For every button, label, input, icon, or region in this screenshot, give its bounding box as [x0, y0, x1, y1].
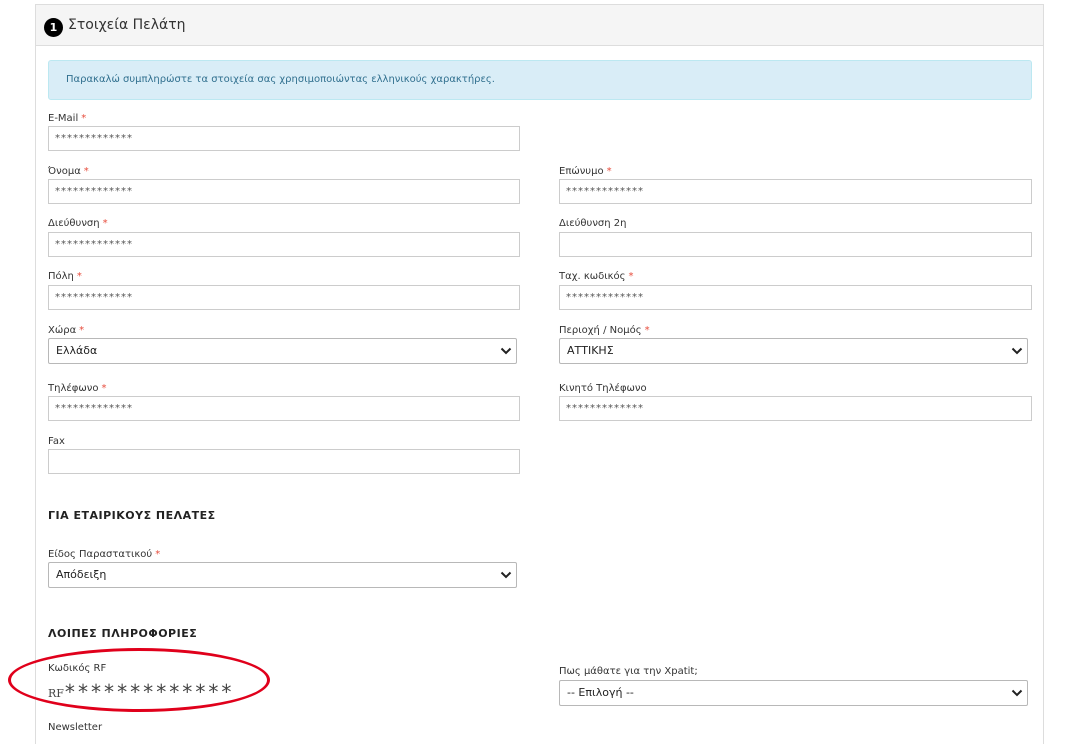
document-type-label: Είδος Παραστατικού * — [48, 549, 160, 560]
address2-input[interactable] — [559, 232, 1032, 257]
required-marker: * — [644, 325, 650, 336]
address-input[interactable]: ************* — [48, 232, 520, 257]
referral-label: Πως μάθατε για την Xpatit; — [559, 666, 698, 677]
rf-code-prefix: RF — [48, 687, 64, 700]
email-label-text: E-Mail — [48, 113, 79, 124]
first-name-label: Όνομα * — [48, 166, 89, 177]
newsletter-label: Newsletter — [48, 722, 103, 733]
rf-code-value: RF************* — [48, 678, 234, 704]
fax-input[interactable] — [48, 449, 520, 474]
address-label: Διεύθυνση * — [48, 218, 108, 229]
last-name-input[interactable]: ************* — [559, 179, 1032, 204]
postal-code-label-text: Ταχ. κωδικός — [559, 271, 626, 282]
chevron-down-icon — [1011, 347, 1023, 355]
phone-input[interactable]: ************* — [48, 396, 520, 421]
document-type-select-value: Απόδειξη — [56, 568, 107, 581]
city-label: Πόλη * — [48, 271, 82, 282]
required-marker: * — [76, 271, 82, 282]
rf-code-masked: ************* — [63, 680, 234, 704]
email-label: E-Mail * — [48, 113, 86, 124]
chevron-down-icon — [1011, 689, 1023, 697]
region-label-text: Περιοχή / Νομός — [559, 325, 642, 336]
phone-label: Τηλέφωνο * — [48, 383, 106, 394]
phone-label-text: Τηλέφωνο — [48, 383, 99, 394]
required-marker: * — [83, 166, 89, 177]
required-marker: * — [102, 218, 108, 229]
first-name-input[interactable]: ************* — [48, 179, 520, 204]
panel-header: 1 Στοιχεία Πελάτη — [36, 5, 1043, 46]
step-number-badge: 1 — [44, 18, 63, 37]
country-label-text: Χώρα — [48, 325, 77, 336]
mobile-input[interactable]: ************* — [559, 396, 1032, 421]
postal-code-input[interactable]: ************* — [559, 285, 1032, 310]
document-type-select[interactable]: Απόδειξη — [48, 562, 517, 588]
city-label-text: Πόλη — [48, 271, 74, 282]
document-type-label-text: Είδος Παραστατικού — [48, 549, 153, 560]
region-select-value: ΑΤΤΙΚΗΣ — [567, 344, 614, 357]
address2-label: Διεύθυνση 2η — [559, 218, 627, 229]
other-info-section-title: ΛΟΙΠΕΣ ΠΛΗΡΟΦΟΡΙΕΣ — [48, 627, 198, 640]
region-label: Περιοχή / Νομός * — [559, 325, 650, 336]
required-marker: * — [628, 271, 634, 282]
city-input[interactable]: ************* — [48, 285, 520, 310]
mobile-label: Κινητό Τηλέφωνο — [559, 383, 647, 394]
referral-select-value: -- Επιλογή -- — [567, 686, 634, 699]
postal-code-label: Ταχ. κωδικός * — [559, 271, 633, 282]
last-name-label: Επώνυμο * — [559, 166, 612, 177]
address-label-text: Διεύθυνση — [48, 218, 100, 229]
region-select[interactable]: ΑΤΤΙΚΗΣ — [559, 338, 1028, 364]
country-select-value: Ελλάδα — [56, 344, 98, 357]
first-name-label-text: Όνομα — [48, 166, 81, 177]
chevron-down-icon — [500, 571, 512, 579]
customer-details-panel: 1 Στοιχεία Πελάτη Παρακαλώ συμπληρώστε τ… — [35, 4, 1044, 744]
panel-title: Στοιχεία Πελάτη — [68, 17, 186, 33]
country-select[interactable]: Ελλάδα — [48, 338, 517, 364]
country-label: Χώρα * — [48, 325, 84, 336]
last-name-label-text: Επώνυμο — [559, 166, 604, 177]
required-marker: * — [81, 113, 87, 124]
rf-code-label: Κωδικός RF — [48, 663, 107, 674]
business-section-title: ΓΙΑ ΕΤΑΙΡΙΚΟΥΣ ΠΕΛΑΤΕΣ — [48, 509, 216, 522]
chevron-down-icon — [500, 347, 512, 355]
email-input[interactable]: ************* — [48, 126, 520, 151]
required-marker: * — [606, 166, 612, 177]
referral-select[interactable]: -- Επιλογή -- — [559, 680, 1028, 706]
required-marker: * — [155, 549, 161, 560]
required-marker: * — [79, 325, 85, 336]
fax-label: Fax — [48, 436, 65, 447]
info-alert: Παρακαλώ συμπληρώστε τα στοιχεία σας χρη… — [48, 60, 1032, 100]
required-marker: * — [101, 383, 107, 394]
